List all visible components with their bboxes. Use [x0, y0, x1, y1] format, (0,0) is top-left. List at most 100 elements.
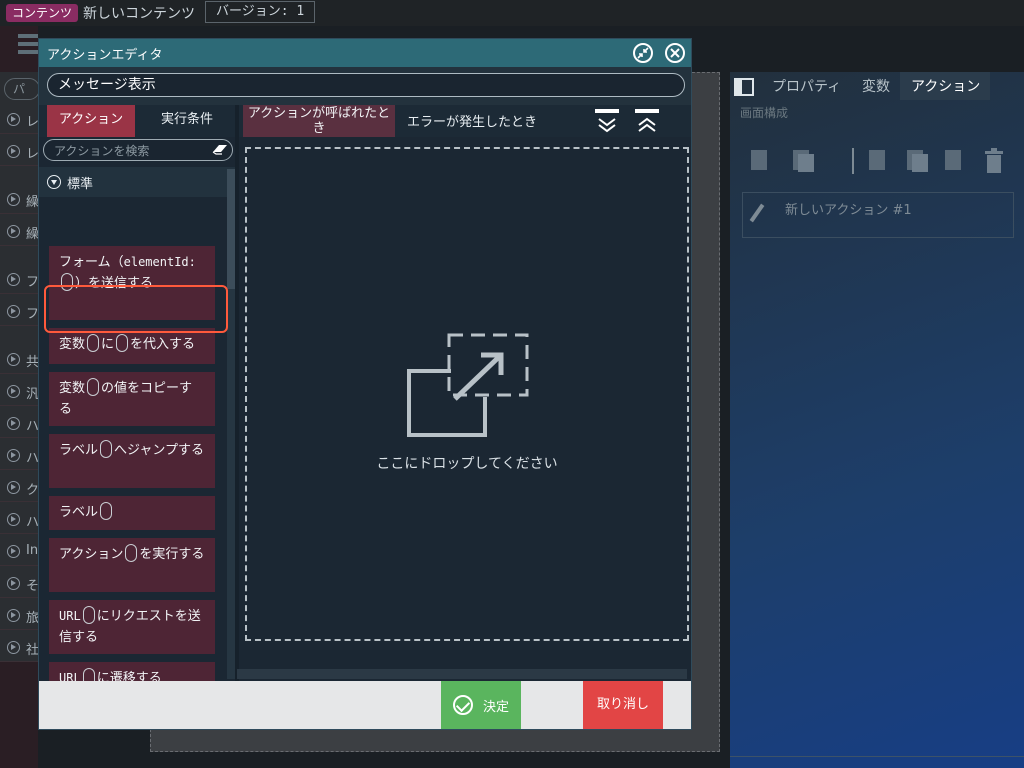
content-title[interactable]: 新しいコンテンツ — [83, 3, 195, 23]
duplicate-action-icon[interactable] — [904, 148, 928, 172]
event-tabs: アクションが呼ばれたとき エラーが発生したとき — [239, 105, 691, 137]
slot-placeholder-icon — [116, 334, 129, 352]
close-icon — [670, 48, 680, 58]
background-palette-label: In — [26, 543, 39, 558]
category-label: 標準 — [67, 177, 94, 192]
tab-properties[interactable]: プロパティ — [772, 76, 841, 96]
collapse-icon — [637, 47, 649, 59]
search-placeholder: アクションを検索 — [54, 144, 150, 158]
trash-icon[interactable] — [982, 148, 1006, 173]
copy-action-icon[interactable] — [790, 148, 814, 172]
version-label: バージョン: 1 — [205, 1, 316, 23]
play-icon — [7, 449, 20, 462]
action-text: elementId: — [123, 255, 196, 269]
background-palette-row[interactable]: 汎 — [0, 378, 39, 406]
background-properties-panel: プロパティ 変数 アクション 画面構成 新しいアクション #1 — [730, 72, 1024, 768]
eraser-icon[interactable] — [212, 143, 228, 155]
properties-tabs: プロパティ 変数 アクション — [730, 72, 1024, 100]
play-icon — [7, 305, 20, 318]
action-item-label: 新しいアクション #1 — [785, 203, 912, 218]
action-text: に — [101, 337, 115, 352]
slot-placeholder-icon — [100, 502, 113, 520]
action-text: 変数 — [59, 381, 86, 396]
action-list-item[interactable]: 変数にを代入する — [49, 328, 215, 364]
play-icon — [7, 385, 20, 398]
action-text: を代入する — [130, 337, 196, 352]
dialog-footer: 決定 取り消し — [39, 681, 691, 729]
slot-placeholder-icon — [125, 544, 138, 562]
background-palette-row[interactable]: レ — [0, 138, 39, 166]
background-palette-row[interactable]: 社 — [0, 634, 39, 662]
tab-actions[interactable]: アクション — [911, 76, 980, 96]
background-palette-row[interactable]: フ — [0, 298, 39, 326]
panel-toggle-icon[interactable] — [734, 78, 754, 96]
collapse-button[interactable] — [633, 43, 653, 63]
action-text: ラベル — [59, 505, 99, 520]
cut-action-icon[interactable] — [866, 148, 890, 172]
background-palette-row[interactable]: 共 — [0, 346, 39, 374]
action-text: ラベル — [59, 443, 99, 458]
background-search-input[interactable]: パ — [4, 78, 40, 100]
check-icon — [453, 695, 473, 715]
category-header[interactable]: 標準 — [39, 167, 235, 197]
action-name-input[interactable]: メッセージ表示 — [47, 73, 685, 97]
action-text: を実行する — [139, 547, 205, 562]
background-palette-row[interactable]: In — [0, 538, 38, 566]
action-list-item[interactable]: URL にリクエストを送信する — [49, 600, 215, 654]
close-button[interactable] — [665, 43, 685, 63]
background-palette-row[interactable]: 繰 — [0, 186, 39, 214]
dialog-title: アクションエディタ — [47, 48, 163, 63]
background-palette-row[interactable]: フ — [0, 266, 39, 294]
slot-placeholder-icon — [82, 668, 95, 681]
action-text: フォーム（ — [59, 255, 124, 270]
tab-on-error[interactable]: エラーが発生したとき — [407, 111, 537, 130]
background-palette-row[interactable]: ハ — [0, 410, 39, 438]
action-text: アクション — [59, 547, 124, 562]
action-list-item[interactable]: アクション を実行する — [49, 538, 215, 592]
tab-action[interactable]: アクション — [47, 105, 135, 137]
play-icon — [7, 145, 20, 158]
background-palette-row[interactable]: そ — [0, 570, 39, 598]
tab-variables[interactable]: 変数 — [862, 76, 890, 96]
top-bar: コンテンツ 新しいコンテンツ バージョン: 1 — [0, 0, 1024, 26]
play-icon — [7, 577, 20, 590]
play-icon — [7, 113, 20, 126]
toolbar-separator — [852, 148, 854, 174]
play-icon — [7, 417, 20, 430]
play-icon — [7, 609, 20, 622]
drop-zone[interactable]: ここにドロップしてください — [245, 147, 689, 641]
slot-placeholder-icon — [87, 334, 100, 352]
action-list-item[interactable]: ラベル — [49, 496, 215, 530]
slot-placeholder-icon — [87, 378, 100, 396]
background-palette-row[interactable]: ク — [0, 474, 39, 502]
action-list-item[interactable]: 新しいアクション #1 — [742, 192, 1014, 238]
collapse-all-button[interactable] — [635, 109, 659, 133]
play-icon — [7, 273, 20, 286]
ok-button[interactable]: 決定 — [441, 681, 521, 729]
highlight-box — [44, 285, 228, 333]
slot-placeholder-icon — [82, 606, 95, 624]
play-icon — [7, 641, 20, 654]
background-palette-row[interactable]: 繰 — [0, 218, 39, 246]
background-palette-row[interactable]: ハ — [0, 442, 39, 470]
background-palette-row[interactable]: レ — [0, 106, 39, 134]
content-tag: コンテンツ — [6, 4, 79, 22]
tab-condition[interactable]: 実行条件 — [139, 105, 235, 137]
slot-placeholder-icon — [100, 440, 113, 458]
add-action-icon[interactable] — [748, 148, 772, 172]
play-icon — [7, 513, 20, 526]
action-search-input[interactable]: アクションを検索 — [43, 139, 233, 161]
background-palette-row[interactable]: ハ — [0, 506, 39, 534]
paste-action-icon[interactable] — [942, 148, 966, 172]
chevron-double-down-icon — [598, 118, 616, 133]
action-text: 変数 — [59, 337, 86, 352]
action-list-item[interactable]: URL に遷移する — [49, 662, 215, 681]
tab-on-called[interactable]: アクションが呼ばれたとき — [243, 105, 395, 137]
action-list-item[interactable]: ラベル へジャンプする — [49, 434, 215, 488]
expand-all-button[interactable] — [595, 109, 619, 133]
screen-structure-label: 画面構成 — [740, 106, 789, 120]
chevron-down-icon — [47, 175, 61, 189]
cancel-button[interactable]: 取り消し — [583, 681, 663, 729]
action-list-item[interactable]: 変数 の値をコピーする — [49, 372, 215, 426]
background-palette-row[interactable]: 旅 — [0, 602, 39, 630]
